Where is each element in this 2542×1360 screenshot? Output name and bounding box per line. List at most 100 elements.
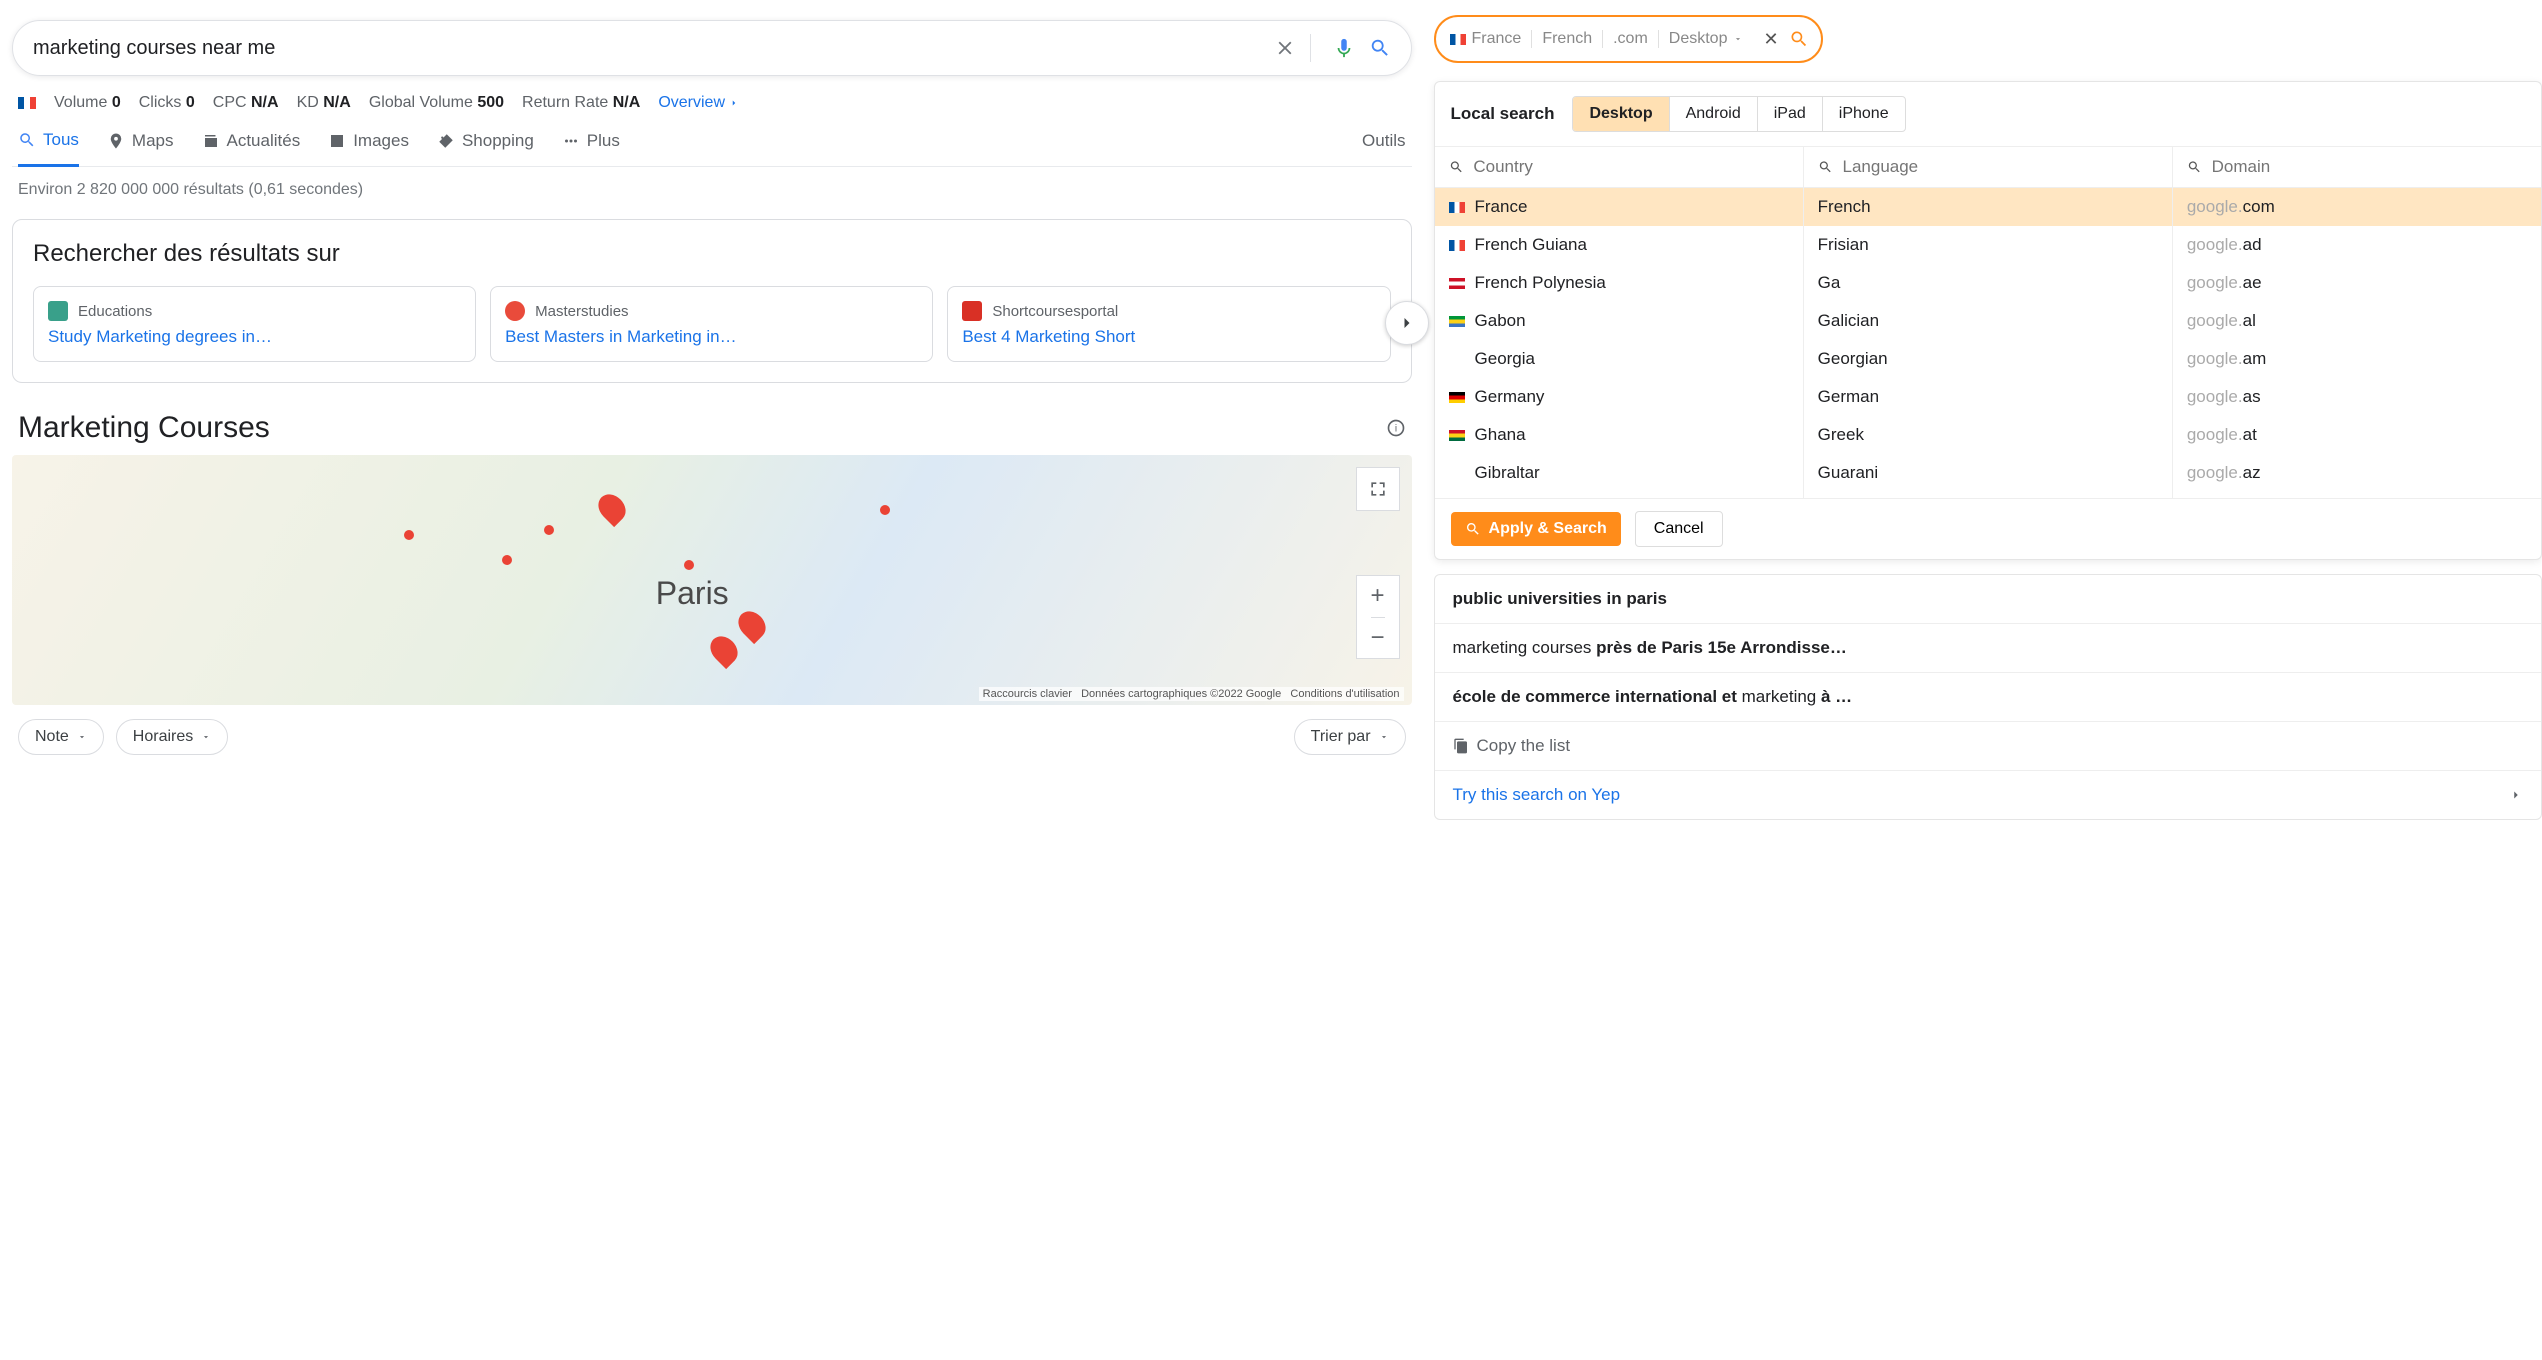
language-option[interactable]: Gujarati — [1804, 492, 2172, 498]
overview-link[interactable]: Overview — [658, 94, 739, 112]
flag-icon — [1449, 316, 1465, 327]
results-count: Environ 2 820 000 000 résultats (0,61 se… — [12, 167, 1412, 213]
domain-option[interactable]: google.ae — [2173, 264, 2541, 302]
domain-option[interactable]: google.com — [2173, 188, 2541, 226]
zoom-out-button[interactable]: − — [1371, 618, 1385, 659]
tab-outils[interactable]: Outils — [1362, 131, 1405, 165]
language-option[interactable]: Galician — [1804, 302, 2172, 340]
map-city-label: Paris — [656, 575, 729, 612]
map-view[interactable]: Paris + − Raccourcis clavier Données car… — [12, 455, 1412, 705]
tab-images[interactable]: Images — [328, 131, 409, 165]
clicks-metric: Clicks 0 — [139, 94, 195, 112]
country-option[interactable]: Greece — [1435, 492, 1803, 498]
language-option[interactable]: Guarani — [1804, 454, 2172, 492]
country-option[interactable]: French Guiana — [1435, 226, 1803, 264]
language-option[interactable]: Ga — [1804, 264, 2172, 302]
close-icon[interactable]: ✕ — [1763, 29, 1778, 50]
chip-note[interactable]: Note — [18, 719, 104, 755]
flag-icon — [1449, 392, 1465, 403]
search-icon[interactable] — [1789, 29, 1809, 49]
tile-masterstudies[interactable]: Masterstudies Best Masters in Marketing … — [490, 286, 933, 362]
domain-option[interactable]: google.at — [2173, 416, 2541, 454]
grad-cap-icon — [505, 301, 525, 321]
related-item[interactable]: marketing courses près de Paris 15e Arro… — [1435, 624, 2541, 673]
zoom-in-button[interactable]: + — [1371, 576, 1385, 618]
country-option[interactable]: French Polynesia — [1435, 264, 1803, 302]
country-option[interactable]: Georgia — [1435, 340, 1803, 378]
local-device[interactable]: Desktop — [1669, 30, 1754, 48]
local-language[interactable]: French — [1542, 30, 1603, 48]
kd-metric: KD N/A — [297, 94, 351, 112]
search-bar[interactable] — [12, 20, 1412, 76]
global-volume-metric: Global Volume 500 — [369, 94, 504, 112]
related-item[interactable]: école de commerce international et marke… — [1435, 673, 2541, 722]
scroll-right-button[interactable] — [1385, 301, 1429, 345]
info-icon[interactable]: i — [1386, 418, 1406, 438]
tile-shortcourses[interactable]: Shortcoursesportal Best 4 Marketing Shor… — [947, 286, 1390, 362]
chip-horaires[interactable]: Horaires — [116, 719, 228, 755]
domain-option[interactable]: google.ba — [2173, 492, 2541, 498]
device-desktop[interactable]: Desktop — [1573, 97, 1669, 131]
search-input[interactable] — [33, 37, 1260, 60]
tab-plus[interactable]: Plus — [562, 131, 620, 165]
device-ipad[interactable]: iPad — [1758, 97, 1823, 131]
chip-trier[interactable]: Trier par — [1294, 719, 1406, 755]
language-option[interactable]: Frisian — [1804, 226, 2172, 264]
panel-title: Local search — [1451, 104, 1555, 124]
language-option[interactable]: French — [1804, 188, 2172, 226]
device-iphone[interactable]: iPhone — [1823, 97, 1905, 131]
clear-icon[interactable] — [1274, 37, 1296, 59]
search-icon[interactable] — [1369, 37, 1391, 59]
local-search-panel: Local search Desktop Android iPad iPhone… — [1434, 81, 2542, 560]
return-rate-metric: Return Rate N/A — [522, 94, 640, 112]
tile-educations[interactable]: Educations Study Marketing degrees in… — [33, 286, 476, 362]
tabs-row: Tous Maps Actualités Images Shopping Plu… — [12, 112, 1412, 167]
map-filters: Note Horaires Trier par — [12, 719, 1412, 755]
tab-shopping[interactable]: Shopping — [437, 131, 534, 165]
france-flag-icon — [1450, 34, 1466, 45]
language-option[interactable]: Greek — [1804, 416, 2172, 454]
tab-maps[interactable]: Maps — [107, 131, 174, 165]
search-icon — [1818, 159, 1833, 175]
fullscreen-button[interactable] — [1356, 467, 1400, 511]
building-icon — [962, 301, 982, 321]
flag-icon — [1449, 468, 1465, 479]
domain-option[interactable]: google.al — [2173, 302, 2541, 340]
apply-search-button[interactable]: Apply & Search — [1451, 512, 1621, 546]
try-on-yep-link[interactable]: Try this search on Yep — [1435, 771, 2541, 819]
flag-icon — [1449, 354, 1465, 365]
domain-option[interactable]: google.ad — [2173, 226, 2541, 264]
country-option[interactable]: Ghana — [1435, 416, 1803, 454]
domain-input[interactable] — [2212, 157, 2527, 177]
domain-option[interactable]: google.az — [2173, 454, 2541, 492]
tab-actualites[interactable]: Actualités — [202, 131, 301, 165]
related-item[interactable]: public universities in paris — [1435, 575, 2541, 624]
cancel-button[interactable]: Cancel — [1635, 511, 1723, 547]
language-option[interactable]: Georgian — [1804, 340, 2172, 378]
tab-tous[interactable]: Tous — [18, 130, 79, 167]
domain-column: google.comgoogle.adgoogle.aegoogle.algoo… — [2173, 147, 2541, 498]
country-option[interactable]: Gibraltar — [1435, 454, 1803, 492]
volume-metric: Volume 0 — [54, 94, 121, 112]
country-option[interactable]: Gabon — [1435, 302, 1803, 340]
country-input[interactable] — [1473, 157, 1788, 177]
country-option[interactable]: Germany — [1435, 378, 1803, 416]
flag-icon — [1449, 240, 1465, 251]
language-input[interactable] — [1843, 157, 2158, 177]
france-flag-icon — [18, 97, 36, 109]
mic-icon[interactable] — [1333, 37, 1355, 59]
language-option[interactable]: German — [1804, 378, 2172, 416]
country-column: FranceFrench GuianaFrench PolynesiaGabon… — [1435, 147, 1804, 498]
flag-icon — [1449, 278, 1465, 289]
local-domain[interactable]: .com — [1613, 30, 1659, 48]
copy-list-button[interactable]: Copy the list — [1435, 722, 2541, 771]
country-option[interactable]: France — [1435, 188, 1803, 226]
local-country[interactable]: France — [1450, 30, 1533, 48]
domain-option[interactable]: google.am — [2173, 340, 2541, 378]
flag-icon — [1449, 430, 1465, 441]
zoom-control[interactable]: + − — [1356, 575, 1400, 659]
book-icon — [48, 301, 68, 321]
domain-option[interactable]: google.as — [2173, 378, 2541, 416]
local-search-bar[interactable]: France French .com Desktop ✕ — [1434, 15, 1823, 63]
device-android[interactable]: Android — [1670, 97, 1758, 131]
